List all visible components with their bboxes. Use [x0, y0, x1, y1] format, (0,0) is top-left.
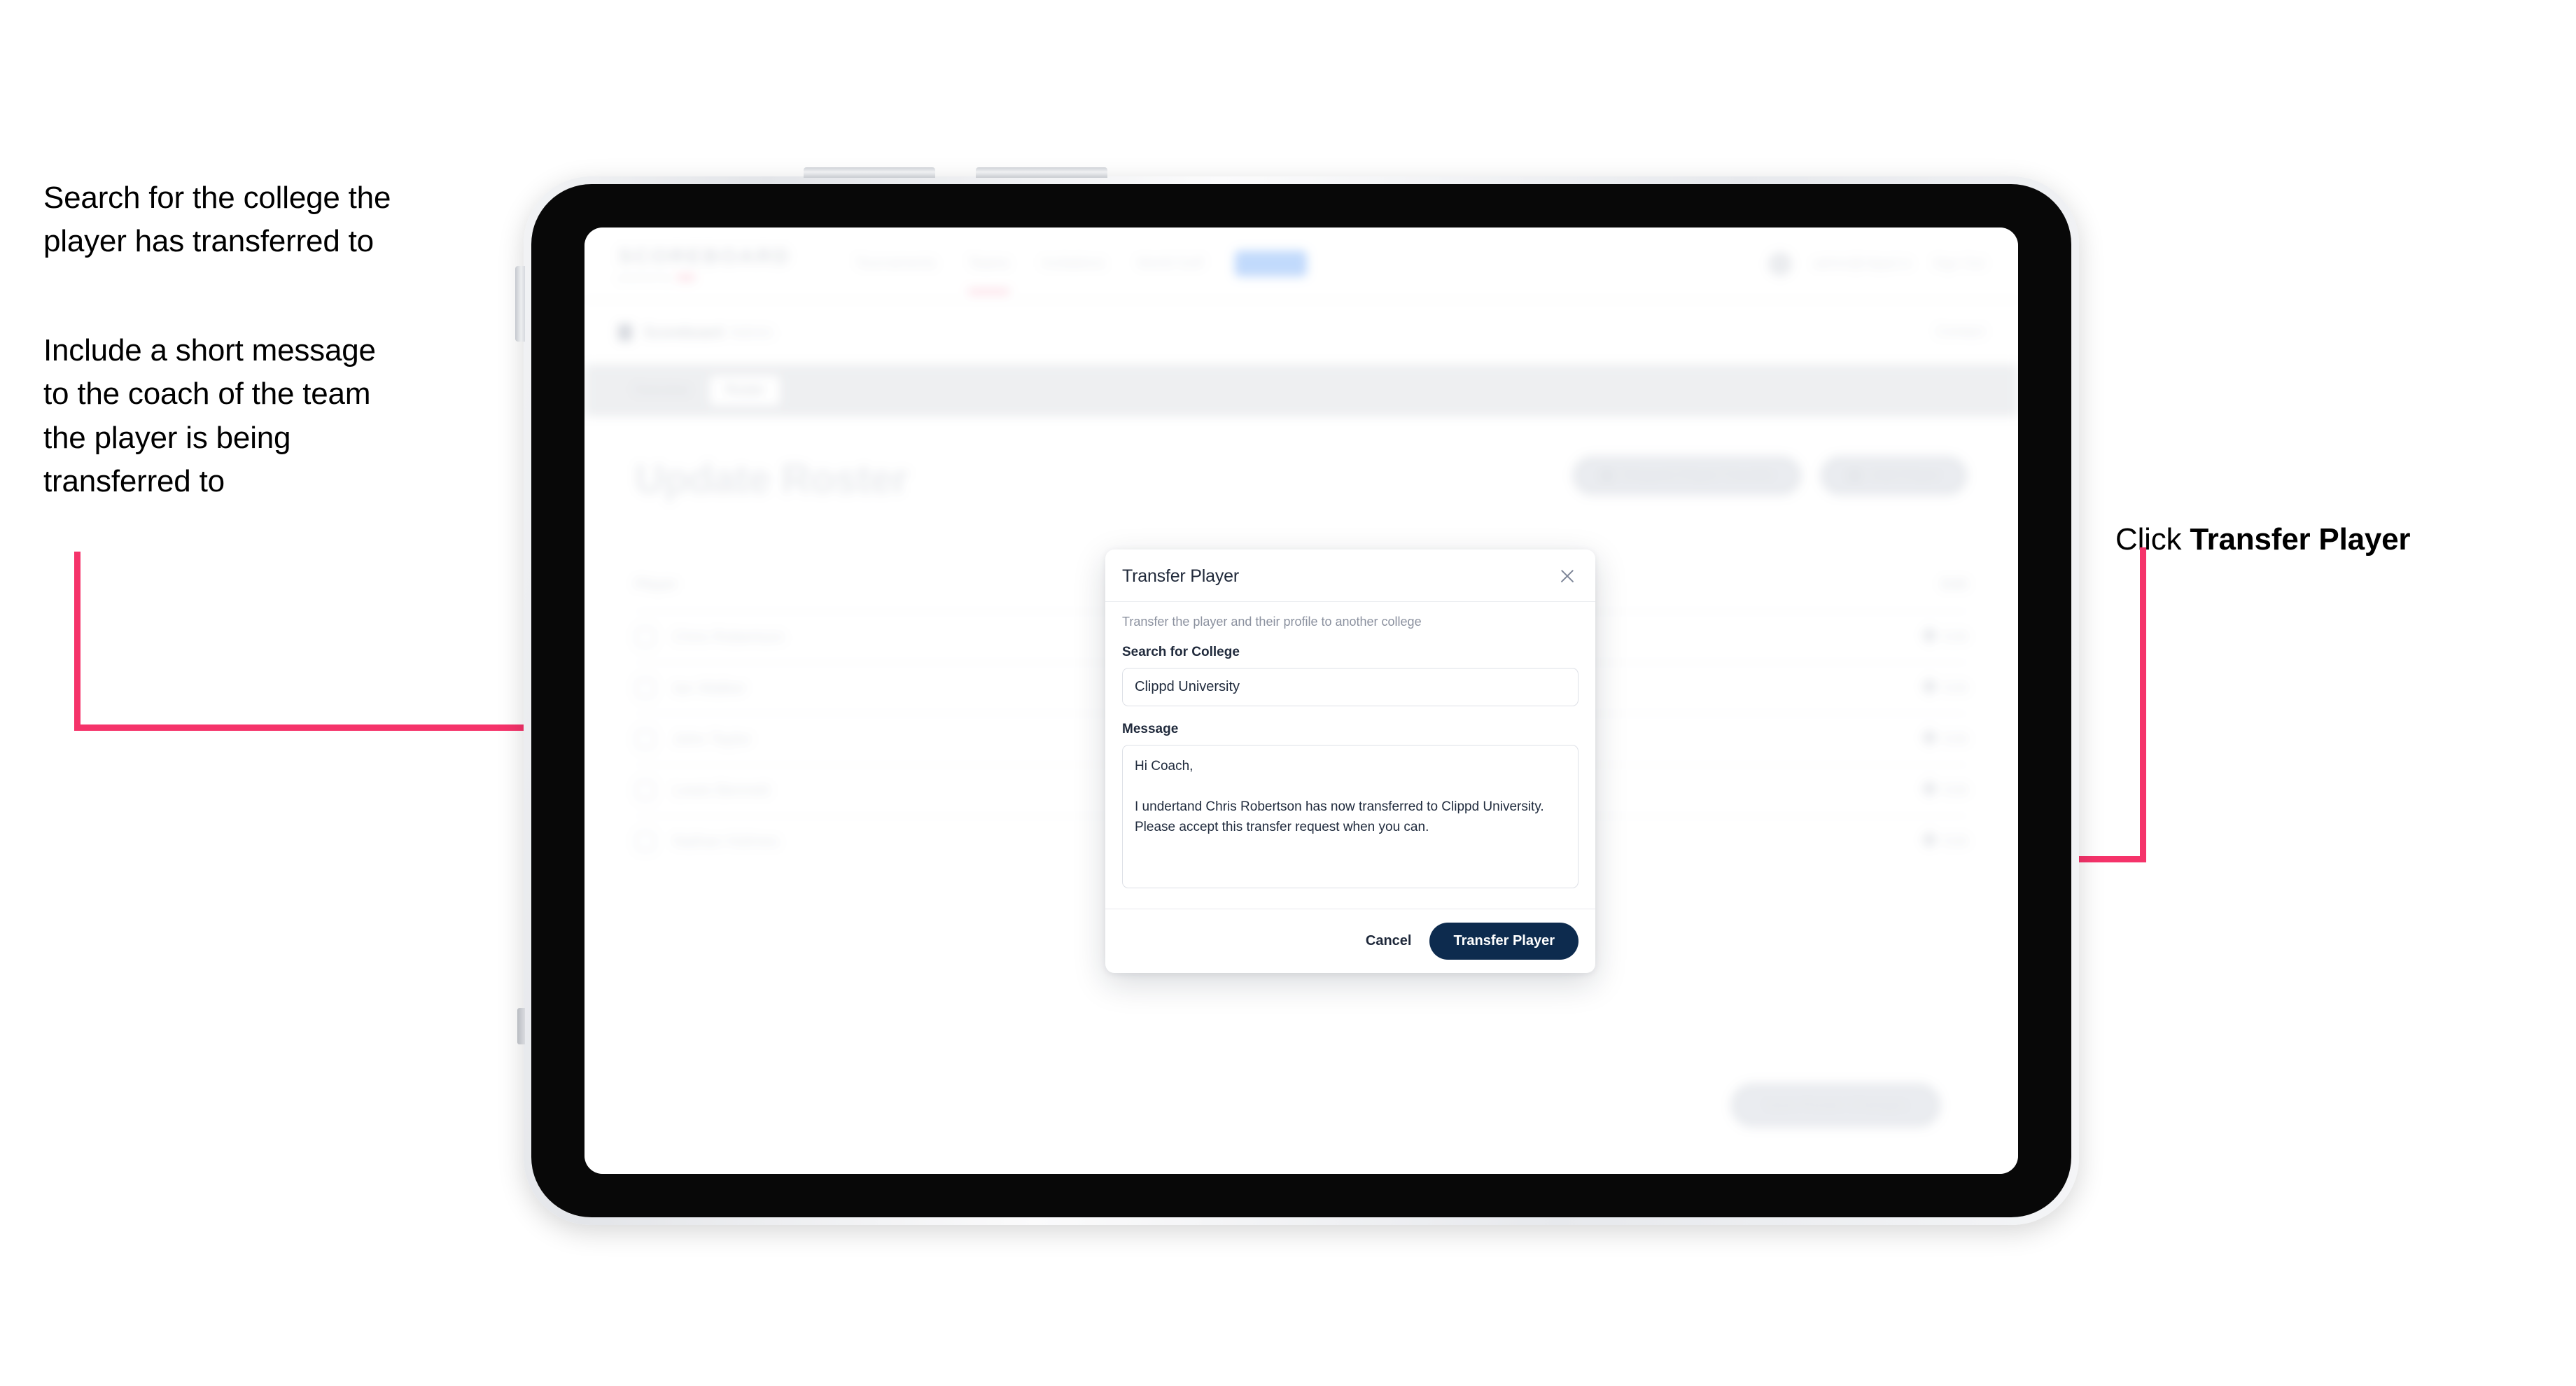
annotation-include-message: Include a short message to the coach of … — [43, 333, 376, 499]
dialog-header: Transfer Player — [1105, 550, 1595, 602]
dialog-description: Transfer the player and their profile to… — [1122, 615, 1422, 629]
transfer-player-button[interactable]: Transfer Player — [1429, 923, 1578, 960]
device-power-button[interactable] — [517, 1008, 525, 1044]
dialog-body: Transfer the player and their profile to… — [1105, 602, 1595, 909]
search-college-label: Search for College — [1122, 645, 1240, 659]
device-bezel: SCOREBOARD powered by Tournaments Teams … — [531, 184, 2071, 1217]
annotation-search-college: Search for the college the player has tr… — [43, 181, 391, 259]
close-icon[interactable] — [1556, 565, 1578, 587]
device-screen: SCOREBOARD powered by Tournaments Teams … — [584, 227, 2018, 1174]
device-top-button-2[interactable] — [976, 167, 1107, 178]
device-top-button-1[interactable] — [804, 167, 935, 178]
dialog-footer: Cancel Transfer Player — [1105, 909, 1595, 973]
tablet-device-frame: SCOREBOARD powered by Tournaments Teams … — [515, 167, 2079, 1225]
annotation-arrow-left-vertical — [74, 552, 80, 731]
search-college-input[interactable] — [1122, 668, 1578, 706]
message-textarea[interactable]: Hi Coach, I undertand Chris Robertson ha… — [1122, 745, 1578, 888]
annotation-click-strong: Transfer Player — [2190, 522, 2411, 557]
dialog-title: Transfer Player — [1122, 566, 1239, 586]
device-volume-button[interactable] — [515, 266, 525, 342]
cancel-button[interactable]: Cancel — [1366, 933, 1412, 949]
annotation-arrow-right-vertical — [2140, 547, 2146, 862]
screenshot-stage: Search for the college the player has tr… — [0, 0, 2576, 1386]
message-label: Message — [1122, 722, 1179, 736]
annotation-click-transfer: Click Transfer Player — [2115, 475, 2549, 562]
annotation-click-prefix: Click — [2115, 522, 2190, 557]
transfer-player-dialog: Transfer Player Transfer the player and … — [1105, 550, 1595, 973]
